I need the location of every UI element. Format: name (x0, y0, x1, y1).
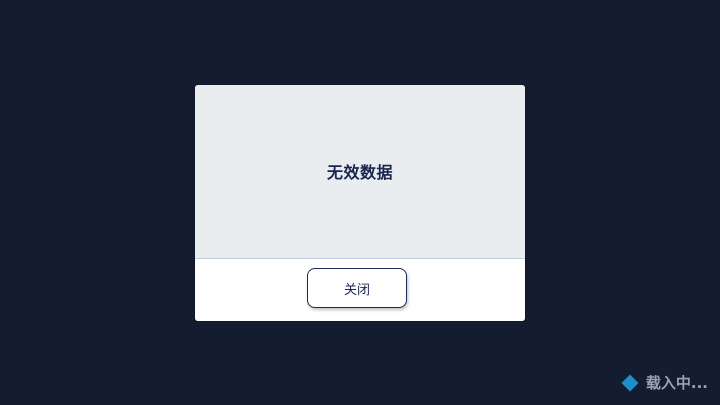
diamond-icon (621, 374, 639, 391)
dialog-body: 无效数据 (195, 85, 525, 258)
alert-dialog: 无效数据 关闭 (195, 85, 525, 321)
dialog-message: 无效数据 (326, 162, 393, 182)
app-stage: 无效数据 关闭 载入中... (0, 0, 720, 405)
dialog-footer: 关闭 (195, 259, 525, 321)
close-button[interactable]: 关闭 (307, 268, 407, 308)
loading-indicator: 载入中... (621, 372, 708, 393)
loading-label: 载入中... (645, 374, 708, 392)
